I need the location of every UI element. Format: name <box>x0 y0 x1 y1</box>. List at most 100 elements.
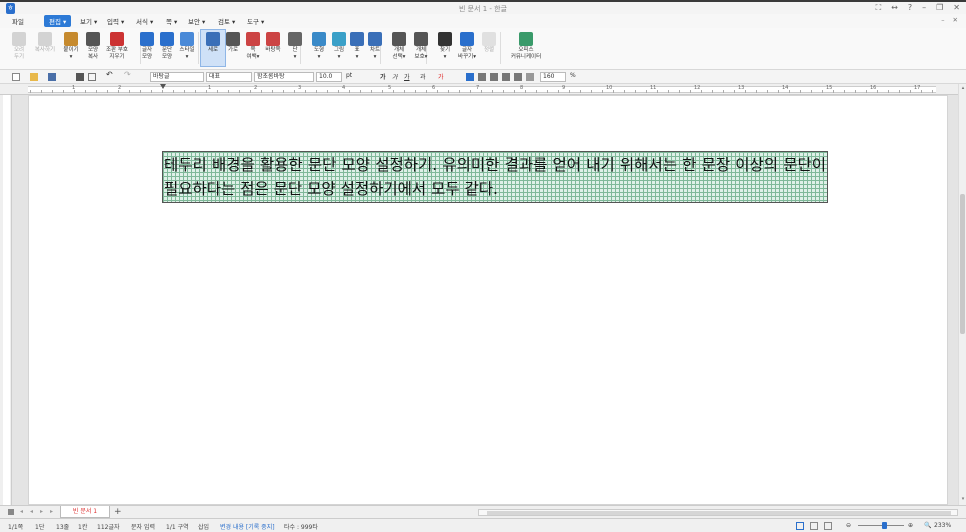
paragraph-text[interactable]: 테두리 배경을 활용한 문단 모양 설정하기. 유의미한 결과를 얻어 내기 위… <box>164 153 826 201</box>
ruler-tick <box>778 90 779 93</box>
ruler-number: 16 <box>870 85 877 91</box>
scroll-up-icon[interactable]: ▴ <box>960 85 966 91</box>
print-icon[interactable] <box>76 73 84 81</box>
zoom-in-icon[interactable]: ⊕ <box>908 522 913 529</box>
tab-document-1[interactable]: 빈 문서 1 <box>60 506 110 518</box>
status-line: 13줄 <box>56 524 70 531</box>
scroll-thumb[interactable] <box>960 194 965 334</box>
language-select[interactable]: 대표 <box>206 72 252 82</box>
clear-codes-button[interactable]: 조판 부호 지우기 <box>104 30 130 61</box>
zoom-magnifier-icon[interactable]: 🔍 <box>924 522 931 529</box>
underline-button[interactable]: 가 <box>404 72 410 82</box>
scissors-button[interactable]: 오려 두기 <box>6 30 32 61</box>
document-area[interactable]: 테두리 배경을 활용한 문단 모양 설정하기. 유의미한 결과를 얻어 내기 위… <box>12 95 958 505</box>
tab-first-icon[interactable]: ◂ <box>20 508 23 515</box>
new-doc-icon[interactable] <box>12 73 20 81</box>
close-button[interactable]: ✕ <box>953 3 960 13</box>
align-right-icon[interactable] <box>502 73 510 81</box>
menu-bar: 파일 편집 ▾ 보기 ▾ 입력 ▾ 서식 ▾ 쪽 ▾ 보안 ▾ 검토 ▾ 도구 … <box>0 14 966 28</box>
menu-page[interactable]: 쪽 ▾ <box>166 16 177 26</box>
doc-close-button[interactable]: ✕ <box>953 16 958 24</box>
ruler-number: 9 <box>562 85 566 91</box>
status-track-changes[interactable]: 변경 내용 [기록 중지] <box>220 522 275 531</box>
line-spacing-unit[interactable]: % <box>570 72 576 82</box>
style-button[interactable]: 스타일 ▾ <box>174 30 200 61</box>
ruler-number: 5 <box>388 85 392 91</box>
office-communicator-button[interactable]: 오피스 커뮤니케이터 <box>506 30 546 61</box>
view-full-icon[interactable] <box>824 522 832 530</box>
minimize-button[interactable]: – <box>922 3 926 13</box>
align-distribute-icon[interactable] <box>514 73 522 81</box>
format-painter-icon <box>86 32 100 46</box>
zoom-slider-knob[interactable] <box>882 522 887 529</box>
ruler-tick <box>822 90 823 93</box>
align-center-icon[interactable] <box>490 73 498 81</box>
chart-button[interactable]: 차트 ▾ <box>362 30 388 61</box>
document-page[interactable]: 테두리 배경을 활용한 문단 모양 설정하기. 유의미한 결과를 얻어 내기 위… <box>28 95 948 505</box>
ruler-number: 14 <box>782 85 789 91</box>
align-left-icon[interactable] <box>478 73 486 81</box>
size-unit-select[interactable]: pt <box>346 72 352 82</box>
tab-list-icon[interactable] <box>8 509 14 515</box>
save-icon[interactable] <box>48 73 56 81</box>
bordered-paragraph[interactable]: 테두리 배경을 활용한 문단 모양 설정하기. 유의미한 결과를 얻어 내기 위… <box>162 151 828 203</box>
hscroll-thumb[interactable] <box>487 511 951 515</box>
horizontal-scrollbar[interactable] <box>478 509 958 516</box>
zoom-level[interactable]: 233% <box>934 522 951 529</box>
bold-button[interactable]: 가 <box>380 72 386 82</box>
menu-tools[interactable]: 도구 ▾ <box>247 16 264 26</box>
view-web-icon[interactable] <box>810 522 818 530</box>
columns-button[interactable]: 단 ▾ <box>282 30 308 61</box>
view-normal-icon[interactable] <box>796 522 804 530</box>
style-select[interactable]: 바탕글 <box>150 72 204 82</box>
menu-edit[interactable]: 편집 ▾ <box>44 15 72 27</box>
preview-icon[interactable] <box>88 73 96 81</box>
strike-button[interactable]: 과 <box>420 72 426 82</box>
add-tab-button[interactable]: + <box>114 507 122 517</box>
sort-button[interactable]: 정렬 <box>476 30 502 54</box>
horizontal-ruler[interactable]: 1 2 1 2 3 4 5 6 7 8 9 10 11 12 13 14 15 16 17 <box>0 84 958 95</box>
tab-prev-icon[interactable]: ◂ <box>30 508 33 515</box>
menu-file[interactable]: 파일 <box>12 16 24 26</box>
maximize-button[interactable]: ❐ <box>936 3 943 13</box>
open-folder-icon[interactable] <box>30 73 38 81</box>
status-page[interactable]: 1/1쪽 <box>8 522 23 531</box>
resize-icon[interactable]: ↔ <box>891 3 898 13</box>
status-insert-mode[interactable]: 삽입 <box>198 522 209 531</box>
ribbon-minimize-button[interactable]: – <box>941 16 944 24</box>
tab-last-icon[interactable]: ▸ <box>50 508 53 515</box>
font-size-input[interactable]: 10.0 <box>316 72 342 82</box>
vertical-ruler[interactable] <box>0 95 12 505</box>
align-divide-icon[interactable] <box>526 73 534 81</box>
menu-insert[interactable]: 입력 ▾ <box>107 16 124 26</box>
menu-review[interactable]: 검토 ▾ <box>218 16 235 26</box>
help-icon[interactable]: ? <box>908 3 912 13</box>
fullscreen-icon[interactable]: ⛶ <box>876 3 882 13</box>
window-title: 빈 문서 1 - 한글 <box>458 5 508 13</box>
ribbon-button-label: 복사하기 <box>34 47 56 53</box>
italic-button[interactable]: 가 <box>392 72 398 82</box>
redo-icon[interactable]: ↷ <box>124 70 131 80</box>
undo-icon[interactable]: ↶ <box>106 70 113 80</box>
left-indent-marker[interactable] <box>160 84 166 95</box>
vertical-scrollbar[interactable]: ▴ ▾ <box>958 84 966 505</box>
font-select[interactable]: 함초롬바탕 <box>254 72 314 82</box>
scroll-down-icon[interactable]: ▾ <box>960 496 966 502</box>
object-protect-button[interactable]: 개체 보호▾ <box>408 30 434 61</box>
zoom-out-icon[interactable]: ⊖ <box>846 522 851 529</box>
menu-format[interactable]: 서식 ▾ <box>136 16 153 26</box>
format-painter-button[interactable]: 모양 복사 <box>80 30 106 61</box>
tab-next-icon[interactable]: ▸ <box>40 508 43 515</box>
zoom-slider[interactable] <box>858 525 904 526</box>
font-color-button[interactable]: 가 <box>438 72 444 82</box>
align-justify-icon[interactable] <box>466 73 474 81</box>
status-char-count: 112글자 <box>97 524 120 531</box>
copy-button[interactable]: 복사하기 <box>32 30 58 54</box>
ruler-tick <box>767 90 768 93</box>
ruler-tick <box>701 90 702 93</box>
status-input-mode[interactable]: 문자 입력 <box>131 522 155 531</box>
menu-security[interactable]: 보안 ▾ <box>188 16 205 26</box>
ruler-tick <box>470 90 471 93</box>
menu-view[interactable]: 보기 ▾ <box>80 16 97 26</box>
line-spacing-input[interactable]: 160 <box>540 72 566 82</box>
